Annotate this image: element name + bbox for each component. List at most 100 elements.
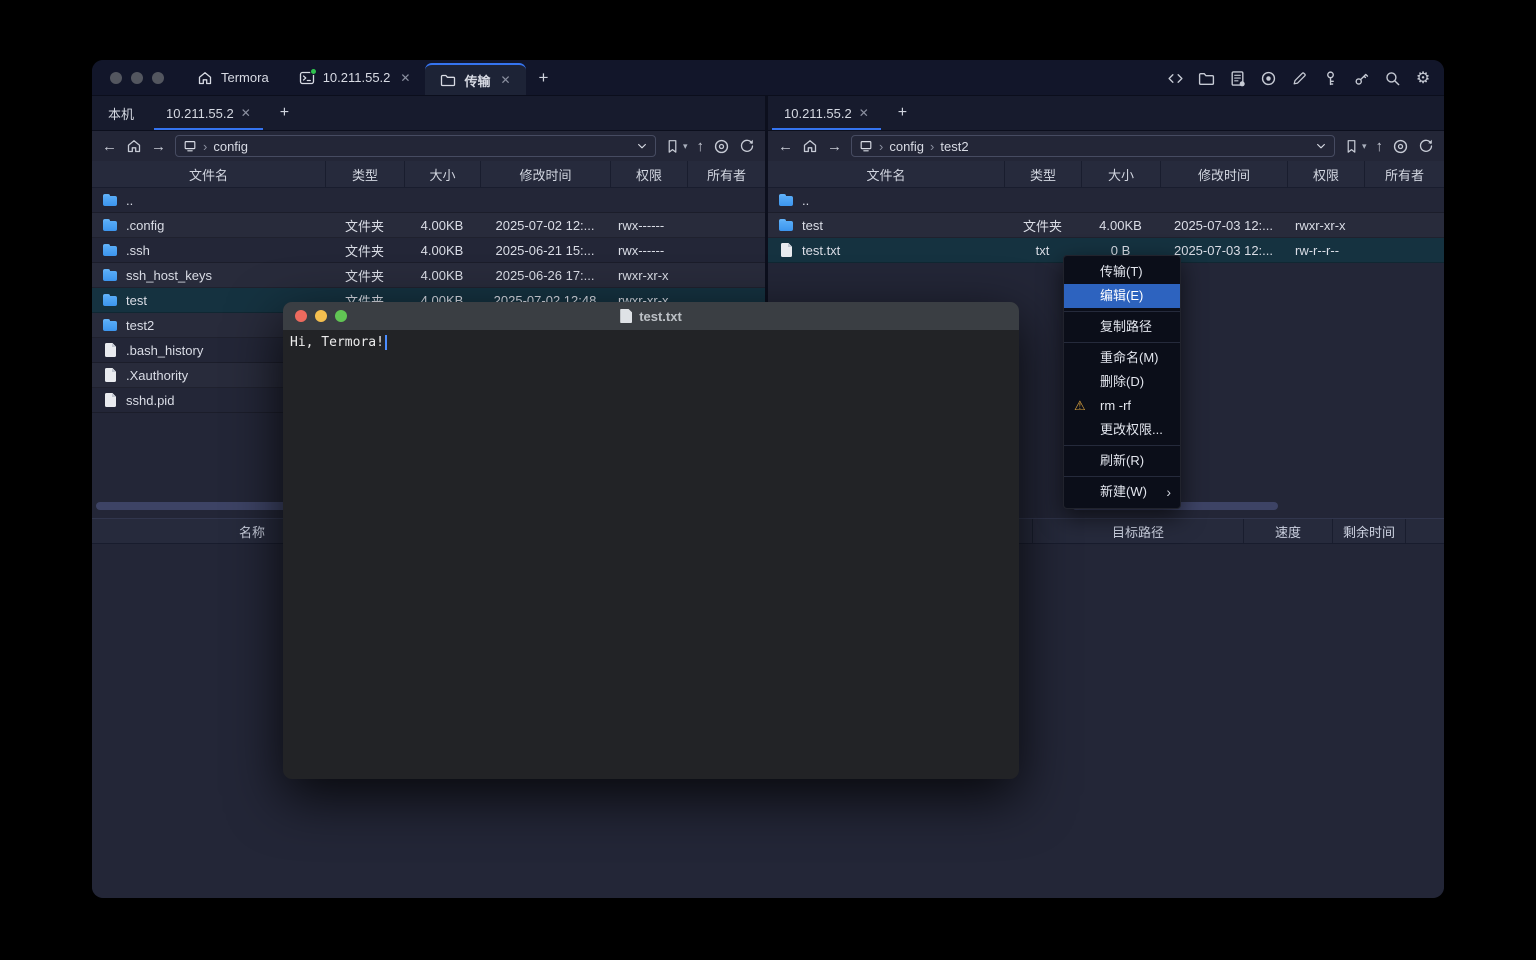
menu-separator (1064, 311, 1180, 312)
editor-title: test.txt (639, 309, 682, 324)
zoom-window-button[interactable] (152, 72, 164, 84)
tab-local[interactable]: 本机 (92, 96, 150, 130)
close-tab-icon[interactable]: ✕ (400, 71, 410, 85)
menu-item-edit[interactable]: 编辑(E) (1064, 284, 1180, 308)
home-icon[interactable] (802, 138, 818, 154)
show-hidden-files-icon[interactable] (713, 138, 730, 155)
menu-item-refresh[interactable]: 刷新(R) (1064, 449, 1180, 473)
refresh-icon[interactable] (739, 138, 755, 154)
tab-ssh-session[interactable]: 10.211.55.2 ✕ (284, 60, 426, 95)
folder-icon (778, 192, 794, 208)
menu-item-change-permissions[interactable]: 更改权限... (1064, 418, 1180, 442)
breadcrumb-segment[interactable]: config (213, 139, 248, 154)
tab-remote-right[interactable]: 10.211.55.2 ✕ (768, 96, 885, 130)
log-viewer-icon[interactable] (1228, 69, 1246, 87)
right-toolbar: ← → › config › test2 ▾ ↑ (768, 131, 1444, 161)
breadcrumb-segment[interactable]: config (889, 139, 924, 154)
file-icon (102, 392, 118, 408)
left-panel-tabs: 本机 10.211.55.2 ✕ + (92, 96, 765, 131)
left-path-input[interactable]: › config (175, 135, 656, 157)
document-icon (620, 309, 632, 323)
table-row[interactable]: .ssh 文件夹4.00KB2025-06-21 15:...rwx------ (92, 238, 765, 263)
table-row[interactable]: ssh_host_keys 文件夹4.00KB2025-06-26 17:...… (92, 263, 765, 288)
transfer-folder-icon[interactable] (1197, 69, 1215, 87)
parent-directory-icon[interactable]: ↑ (697, 139, 705, 154)
macro-record-icon[interactable] (1259, 69, 1277, 87)
column-header-speed[interactable]: 速度 (1243, 519, 1332, 543)
column-header-size[interactable]: 大小 (404, 161, 480, 187)
close-tab-icon[interactable]: ✕ (500, 73, 510, 87)
new-panel-tab-button[interactable]: + (267, 96, 302, 130)
search-icon[interactable] (1383, 69, 1401, 87)
menu-item-transfer[interactable]: 传输(T) (1064, 260, 1180, 284)
keychain-icon[interactable] (1352, 69, 1370, 87)
bookmark-control[interactable]: ▾ (665, 139, 688, 154)
home-icon[interactable] (126, 138, 142, 154)
minimize-window-button[interactable] (131, 72, 143, 84)
editor-titlebar[interactable]: test.txt (283, 302, 1019, 330)
menu-item-new[interactable]: 新建(W) › (1064, 480, 1180, 504)
close-window-button[interactable] (110, 72, 122, 84)
column-header-owner[interactable]: 所有者 (687, 161, 765, 187)
close-window-button[interactable] (295, 310, 307, 322)
close-tab-icon[interactable]: ✕ (859, 106, 869, 120)
edit-pencil-icon[interactable] (1290, 69, 1308, 87)
right-path-input[interactable]: › config › test2 (851, 135, 1335, 157)
breadcrumb-separator: › (879, 139, 883, 154)
close-tab-icon[interactable]: ✕ (241, 106, 251, 120)
caret-down-icon: ▾ (683, 141, 688, 152)
menu-item-rm-rf[interactable]: ⚠ rm -rf (1064, 394, 1180, 418)
column-header-mtime[interactable]: 修改时间 (1160, 161, 1287, 187)
settings-gear-icon[interactable]: ⚙ (1414, 69, 1432, 87)
menu-item-delete[interactable]: 删除(D) (1064, 370, 1180, 394)
breadcrumb-separator: › (930, 139, 934, 154)
column-header-size[interactable]: 大小 (1081, 161, 1160, 187)
new-panel-tab-button[interactable]: + (885, 96, 920, 130)
editor-text-area[interactable]: Hi, Termora! (283, 330, 1019, 355)
folder-icon (778, 217, 794, 233)
folder-icon (102, 292, 118, 308)
tab-label: 10.211.55.2 (166, 106, 234, 121)
tab-termora-home[interactable]: Termora (182, 60, 284, 95)
back-icon[interactable]: ← (102, 139, 117, 154)
new-tab-button[interactable]: + (526, 60, 562, 95)
tab-transfer[interactable]: 传输 ✕ (425, 63, 525, 95)
back-icon[interactable]: ← (778, 139, 793, 154)
chevron-down-icon[interactable] (1315, 140, 1327, 152)
column-header-mtime[interactable]: 修改时间 (480, 161, 610, 187)
zoom-window-button[interactable] (335, 310, 347, 322)
column-header-name[interactable]: 文件名 (768, 161, 1004, 187)
menu-separator (1064, 476, 1180, 477)
right-panel-tabs: 10.211.55.2 ✕ + (768, 96, 1444, 131)
column-header-perm[interactable]: 权限 (1287, 161, 1364, 187)
column-header-type[interactable]: 类型 (1004, 161, 1081, 187)
minimize-window-button[interactable] (315, 310, 327, 322)
tab-label: Termora (221, 70, 269, 85)
parent-directory-icon[interactable]: ↑ (1376, 139, 1384, 154)
chevron-down-icon[interactable] (636, 140, 648, 152)
bookmark-control[interactable]: ▾ (1344, 139, 1367, 154)
forward-icon[interactable]: → (151, 139, 166, 154)
column-header-owner[interactable]: 所有者 (1364, 161, 1444, 187)
table-row[interactable]: test 文件夹4.00KB2025-07-03 12:...rwxr-xr-x (768, 213, 1444, 238)
key-icon[interactable] (1321, 69, 1339, 87)
forward-icon[interactable]: → (827, 139, 842, 154)
column-header-name[interactable]: 文件名 (92, 161, 325, 187)
table-row[interactable]: .. (92, 188, 765, 213)
column-header-type[interactable]: 类型 (325, 161, 404, 187)
bookmark-icon (665, 139, 680, 154)
breadcrumb-segment[interactable]: test2 (940, 139, 968, 154)
column-header-remaining[interactable]: 剩余时间 (1332, 519, 1405, 543)
show-hidden-files-icon[interactable] (1392, 138, 1409, 155)
column-header-target-path[interactable]: 目标路径 (1032, 519, 1243, 543)
tab-remote-left[interactable]: 10.211.55.2 ✕ (150, 96, 267, 130)
table-row[interactable]: .. (768, 188, 1444, 213)
column-header-perm[interactable]: 权限 (610, 161, 687, 187)
breadcrumb-separator: › (203, 139, 207, 154)
menu-separator (1064, 445, 1180, 446)
table-row[interactable]: .config 文件夹4.00KB2025-07-02 12:...rwx---… (92, 213, 765, 238)
code-snippets-icon[interactable] (1166, 69, 1184, 87)
menu-item-rename[interactable]: 重命名(M) (1064, 346, 1180, 370)
refresh-icon[interactable] (1418, 138, 1434, 154)
menu-item-copy-path[interactable]: 复制路径 (1064, 315, 1180, 339)
